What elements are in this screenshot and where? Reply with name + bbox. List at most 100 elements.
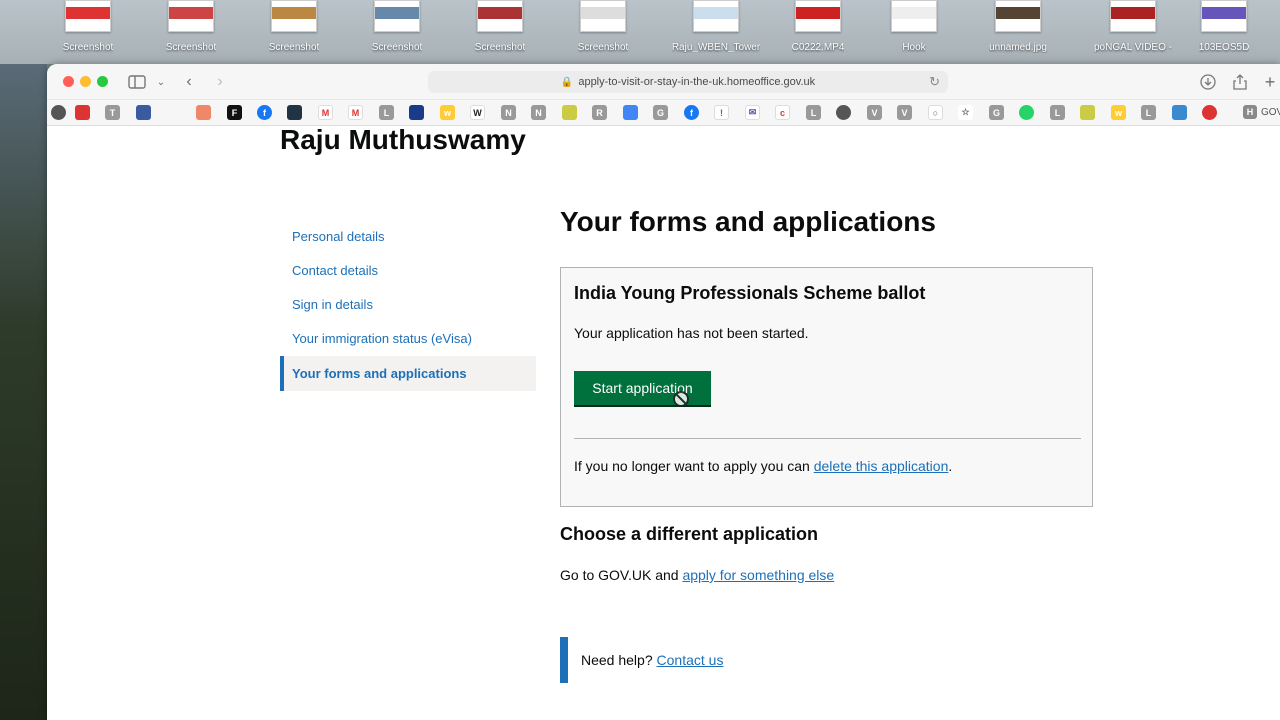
bookmark-icon[interactable] (1202, 105, 1217, 120)
page-content: Raju Muthuswamy Personal details Contact… (47, 124, 1280, 720)
desktop-file-icon[interactable]: Screenshot (254, 0, 334, 62)
nav-personal-details[interactable]: Personal details (280, 220, 536, 254)
bookmark-icon[interactable] (287, 105, 302, 120)
bookmark-icon[interactable]: G (653, 105, 668, 120)
bookmark-gov[interactable]: H GOV (1243, 105, 1280, 119)
bookmarks-bar: T F f M M L w W N N R G f ! ✉ c L V V ○ … (47, 100, 1280, 126)
address-bar[interactable]: 🔒 apply-to-visit-or-stay-in-the-uk.homeo… (428, 71, 948, 93)
desktop-file-label: Screenshot (165, 42, 217, 53)
desktop-file-label: unnamed.jpg (989, 42, 1047, 53)
nav-immigration-status[interactable]: Your immigration status (eVisa) (280, 322, 536, 356)
file-thumbnail (995, 0, 1041, 32)
bookmark-icon[interactable]: R (592, 105, 607, 120)
bookmark-icon[interactable] (562, 105, 577, 120)
bookmark-icon[interactable]: w (1111, 105, 1126, 120)
facebook-icon[interactable]: f (257, 105, 272, 120)
bookmark-icon[interactable] (836, 105, 851, 120)
application-card: India Young Professionals Scheme ballot … (560, 267, 1093, 507)
bookmark-icon[interactable]: L (1050, 105, 1065, 120)
bookmark-icon[interactable] (136, 105, 151, 120)
desktop-file-label: Screenshot (268, 42, 320, 53)
minimize-window-button[interactable] (80, 76, 91, 87)
bookmark-icon[interactable]: G (989, 105, 1004, 120)
bookmark-icon[interactable]: L (806, 105, 821, 120)
desktop-file-icon[interactable]: Raju_WBEN_Tower (666, 0, 766, 62)
bookmark-icon[interactable] (1080, 105, 1095, 120)
bookmark-icon[interactable]: ! (714, 105, 729, 120)
desktop-file-label: Screenshot (577, 42, 629, 53)
reload-icon[interactable]: ↻ (929, 74, 940, 90)
account-holder-name: Raju Muthuswamy (280, 124, 526, 155)
file-thumbnail (271, 0, 317, 32)
file-thumbnail (168, 0, 214, 32)
whatsapp-icon[interactable] (1019, 105, 1034, 120)
close-window-button[interactable] (63, 76, 74, 87)
bookmark-icon[interactable]: V (867, 105, 882, 120)
download-icon[interactable] (1198, 72, 1218, 92)
goto-prefix: Go to GOV.UK and (560, 567, 683, 583)
bookmark-icon[interactable]: V (897, 105, 912, 120)
nav-contact-details[interactable]: Contact details (280, 254, 536, 288)
facebook-icon[interactable]: f (684, 105, 699, 120)
desktop-file-label: 103EOS5D (1198, 42, 1250, 53)
desktop-file-icon[interactable]: poNGAL VIDEO - (1088, 0, 1178, 62)
bookmark-icon[interactable]: N (501, 105, 516, 120)
start-application-button[interactable]: Start application (574, 371, 711, 405)
file-thumbnail (580, 0, 626, 32)
bookmark-icon[interactable] (409, 105, 424, 120)
bookmark-icon[interactable]: w (440, 105, 455, 120)
chevron-down-icon[interactable]: ⌄ (151, 72, 171, 92)
bookmark-icon: H (1243, 105, 1257, 119)
bookmark-icon[interactable] (1172, 105, 1187, 120)
bookmark-icon[interactable]: c (775, 105, 790, 120)
new-tab-icon[interactable]: + (1260, 72, 1280, 92)
apply-something-else-link[interactable]: apply for something else (682, 567, 834, 583)
desktop-file-icon[interactable]: C0222.MP4 (778, 0, 858, 62)
desktop-file-icon[interactable]: Screenshot (357, 0, 437, 62)
desktop-file-icon[interactable]: Screenshot (151, 0, 231, 62)
bookmark-icon[interactable]: ○ (928, 105, 943, 120)
bookmark-icon[interactable]: L (379, 105, 394, 120)
desktop-file-icon[interactable]: Screenshot (563, 0, 643, 62)
help-prefix: Need help? (581, 652, 657, 668)
sidebar-toggle-icon[interactable] (127, 72, 147, 92)
bookmark-icon[interactable] (51, 105, 66, 120)
wikipedia-icon[interactable]: W (470, 105, 485, 120)
desktop-file-label: Hook (902, 42, 926, 53)
desktop-file-icon[interactable]: Screenshot (460, 0, 540, 62)
url-text: apply-to-visit-or-stay-in-the-uk.homeoff… (578, 76, 816, 88)
gmail-icon[interactable]: M (348, 105, 363, 120)
bookmark-icon[interactable] (75, 105, 90, 120)
bookmark-icon[interactable]: T (105, 105, 120, 120)
bookmark-icon[interactable] (623, 105, 638, 120)
bookmark-icon[interactable]: F (227, 105, 242, 120)
desktop-file-label: Screenshot (371, 42, 423, 53)
desktop-file-icon[interactable]: 103EOS5D (1184, 0, 1264, 62)
share-icon[interactable] (1230, 72, 1250, 92)
bookmark-icon[interactable]: L (1141, 105, 1156, 120)
back-arrow-icon[interactable]: ‹ (179, 72, 199, 92)
delete-application-text: If you no longer want to apply you can d… (574, 458, 952, 474)
bookmark-gov-label: GOV (1261, 106, 1280, 118)
forward-arrow-icon[interactable]: › (210, 72, 230, 92)
desktop-file-icon[interactable]: unnamed.jpg (978, 0, 1058, 62)
file-thumbnail (65, 0, 111, 32)
file-thumbnail (891, 0, 937, 32)
contact-us-link[interactable]: Contact us (657, 652, 724, 668)
delete-application-link[interactable]: delete this application (814, 458, 949, 474)
browser-toolbar: ⌄ ‹ › 🔒 apply-to-visit-or-stay-in-the-uk… (47, 64, 1280, 100)
browser-window: ⌄ ‹ › 🔒 apply-to-visit-or-stay-in-the-uk… (47, 64, 1280, 720)
goto-govuk-text: Go to GOV.UK and apply for something els… (560, 567, 834, 583)
desktop-file-icon[interactable]: Hook (874, 0, 954, 62)
nav-sign-in-details[interactable]: Sign in details (280, 288, 536, 322)
bookmark-icon[interactable]: N (531, 105, 546, 120)
gmail-icon[interactable]: M (318, 105, 333, 120)
bookmark-icon[interactable] (196, 105, 211, 120)
desktop-file-icon[interactable]: Screenshot (48, 0, 128, 62)
zoom-window-button[interactable] (97, 76, 108, 87)
nav-forms-and-applications[interactable]: Your forms and applications (280, 356, 536, 391)
mail-icon[interactable]: ✉ (745, 105, 760, 120)
desktop-file-label: Screenshot (62, 42, 114, 53)
star-icon[interactable]: ☆ (958, 105, 973, 120)
file-thumbnail (795, 0, 841, 32)
